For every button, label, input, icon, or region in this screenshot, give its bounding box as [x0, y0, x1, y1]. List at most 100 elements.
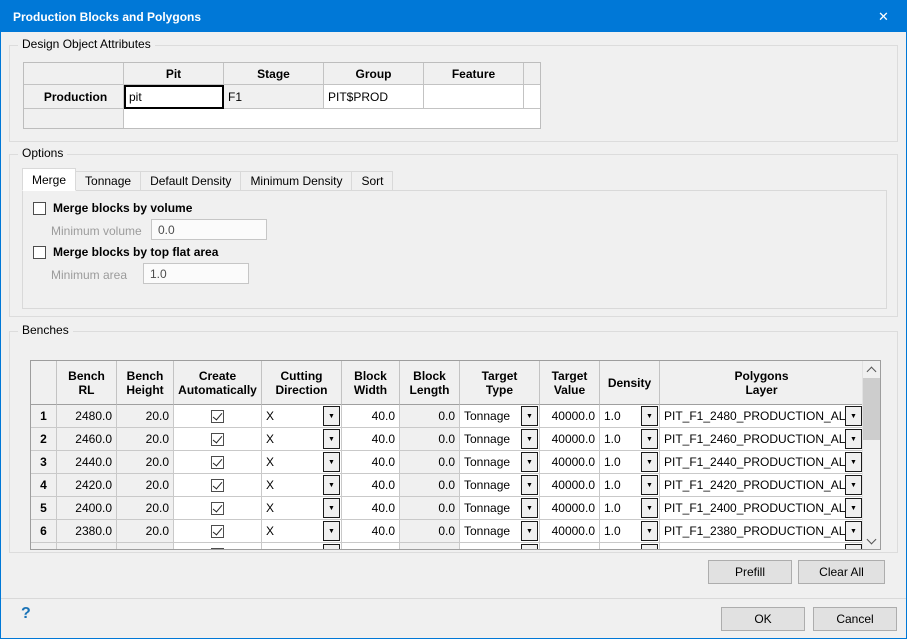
create-automatically-cell[interactable]: [174, 474, 262, 497]
dropdown-icon[interactable]: ▼: [323, 429, 340, 449]
dropdown-icon[interactable]: ▼: [641, 429, 658, 449]
cutting-direction-cell[interactable]: ▼: [262, 543, 342, 549]
clear-all-button[interactable]: Clear All: [798, 560, 885, 584]
block-width-cell[interactable]: 40.0: [342, 405, 400, 428]
vertical-scrollbar[interactable]: [862, 361, 880, 549]
dropdown-icon[interactable]: ▼: [641, 498, 658, 518]
target-value-cell[interactable]: 40000.0: [540, 497, 600, 520]
create-automatically-cell[interactable]: [174, 543, 262, 549]
dropdown-icon[interactable]: ▼: [521, 406, 538, 426]
bench-height-cell[interactable]: 20.0: [117, 497, 174, 520]
dropdown-icon[interactable]: ▼: [845, 498, 862, 518]
density-cell[interactable]: ▼: [600, 543, 660, 549]
dropdown-icon[interactable]: ▼: [521, 521, 538, 541]
density-cell[interactable]: 1.0▼: [600, 451, 660, 474]
bench-rl-cell[interactable]: 2420.0: [57, 474, 117, 497]
dropdown-icon[interactable]: ▼: [323, 406, 340, 426]
target-type-cell[interactable]: Tonnage▼: [460, 474, 540, 497]
bench-rl-cell[interactable]: 2400.0: [57, 497, 117, 520]
target-value-cell[interactable]: 40000.0: [540, 520, 600, 543]
bench-rl-cell[interactable]: 2480.0: [57, 405, 117, 428]
create-checkbox[interactable]: [211, 456, 224, 469]
density-cell[interactable]: 1.0▼: [600, 474, 660, 497]
merge-by-volume-checkbox[interactable]: [33, 202, 46, 215]
cutting-direction-cell[interactable]: X▼: [262, 520, 342, 543]
block-width-cell[interactable]: 40.0: [342, 474, 400, 497]
dropdown-icon[interactable]: ▼: [641, 521, 658, 541]
create-automatically-cell[interactable]: [174, 497, 262, 520]
bench-height-cell[interactable]: [117, 543, 174, 549]
dropdown-icon[interactable]: ▼: [845, 452, 862, 472]
bench-height-cell[interactable]: 20.0: [117, 474, 174, 497]
minimum-area-input[interactable]: 1.0: [143, 263, 249, 284]
bench-rl-cell[interactable]: 2380.0: [57, 520, 117, 543]
bench-height-cell[interactable]: 20.0: [117, 428, 174, 451]
bench-height-cell[interactable]: 20.0: [117, 520, 174, 543]
polygons-layer-cell[interactable]: PIT_F1_2380_PRODUCTION_ALL_N▼: [660, 520, 863, 543]
create-automatically-cell[interactable]: [174, 428, 262, 451]
tab-default-density[interactable]: Default Density: [140, 171, 241, 191]
density-cell[interactable]: 1.0▼: [600, 520, 660, 543]
cutting-direction-cell[interactable]: X▼: [262, 451, 342, 474]
dropdown-icon[interactable]: ▼: [641, 544, 658, 549]
feature-cell[interactable]: [424, 85, 524, 109]
target-type-cell[interactable]: Tonnage▼: [460, 405, 540, 428]
create-automatically-cell[interactable]: [174, 520, 262, 543]
bench-height-cell[interactable]: 20.0: [117, 451, 174, 474]
cutting-direction-cell[interactable]: X▼: [262, 405, 342, 428]
dropdown-icon[interactable]: ▼: [521, 452, 538, 472]
dropdown-icon[interactable]: ▼: [323, 521, 340, 541]
create-automatically-cell[interactable]: [174, 405, 262, 428]
target-type-cell[interactable]: ▼: [460, 543, 540, 549]
target-type-cell[interactable]: Tonnage▼: [460, 497, 540, 520]
polygons-layer-cell[interactable]: PIT_F1_2400_PRODUCTION_ALL_N▼: [660, 497, 863, 520]
help-button[interactable]: ?: [21, 605, 31, 623]
create-checkbox[interactable]: [211, 433, 224, 446]
dropdown-icon[interactable]: ▼: [641, 452, 658, 472]
close-icon[interactable]: ✕: [861, 1, 906, 32]
target-type-cell[interactable]: Tonnage▼: [460, 520, 540, 543]
dropdown-icon[interactable]: ▼: [323, 498, 340, 518]
polygons-layer-cell[interactable]: PIT_F1_2480_PRODUCTION_ALL_N▼: [660, 405, 863, 428]
bench-rl-cell[interactable]: 2440.0: [57, 451, 117, 474]
block-width-cell[interactable]: 40.0: [342, 520, 400, 543]
target-value-cell[interactable]: 40000.0: [540, 428, 600, 451]
polygons-layer-cell[interactable]: ▼: [660, 543, 863, 549]
dropdown-icon[interactable]: ▼: [521, 544, 538, 549]
dropdown-icon[interactable]: ▼: [845, 406, 862, 426]
scrollbar-thumb[interactable]: [863, 378, 880, 440]
cutting-direction-cell[interactable]: X▼: [262, 428, 342, 451]
polygons-layer-cell[interactable]: PIT_F1_2420_PRODUCTION_ALL_N▼: [660, 474, 863, 497]
cancel-button[interactable]: Cancel: [813, 607, 897, 631]
group-cell[interactable]: PIT$PROD: [324, 85, 424, 109]
dropdown-icon[interactable]: ▼: [521, 429, 538, 449]
bench-height-cell[interactable]: 20.0: [117, 405, 174, 428]
target-value-cell[interactable]: [540, 543, 600, 549]
scroll-up-icon[interactable]: [863, 361, 880, 378]
tab-merge[interactable]: Merge: [22, 168, 76, 191]
dropdown-icon[interactable]: ▼: [845, 429, 862, 449]
dropdown-icon[interactable]: ▼: [641, 406, 658, 426]
density-cell[interactable]: 1.0▼: [600, 405, 660, 428]
bench-rl-cell[interactable]: [57, 543, 117, 549]
polygons-layer-cell[interactable]: PIT_F1_2460_PRODUCTION_ALL_N▼: [660, 428, 863, 451]
target-value-cell[interactable]: 40000.0: [540, 405, 600, 428]
minimum-volume-input[interactable]: 0.0: [151, 219, 267, 240]
create-checkbox[interactable]: [211, 479, 224, 492]
dropdown-icon[interactable]: ▼: [845, 475, 862, 495]
tab-tonnage[interactable]: Tonnage: [75, 171, 141, 191]
ok-button[interactable]: OK: [721, 607, 805, 631]
target-type-cell[interactable]: Tonnage▼: [460, 451, 540, 474]
dropdown-icon[interactable]: ▼: [521, 475, 538, 495]
target-value-cell[interactable]: 40000.0: [540, 451, 600, 474]
pit-cell[interactable]: pit: [124, 85, 224, 109]
dropdown-icon[interactable]: ▼: [845, 521, 862, 541]
create-checkbox[interactable]: [211, 502, 224, 515]
create-checkbox[interactable]: [211, 548, 224, 550]
block-width-cell[interactable]: [342, 543, 400, 549]
block-width-cell[interactable]: 40.0: [342, 428, 400, 451]
target-value-cell[interactable]: 40000.0: [540, 474, 600, 497]
dropdown-icon[interactable]: ▼: [323, 452, 340, 472]
target-type-cell[interactable]: Tonnage▼: [460, 428, 540, 451]
create-checkbox[interactable]: [211, 525, 224, 538]
